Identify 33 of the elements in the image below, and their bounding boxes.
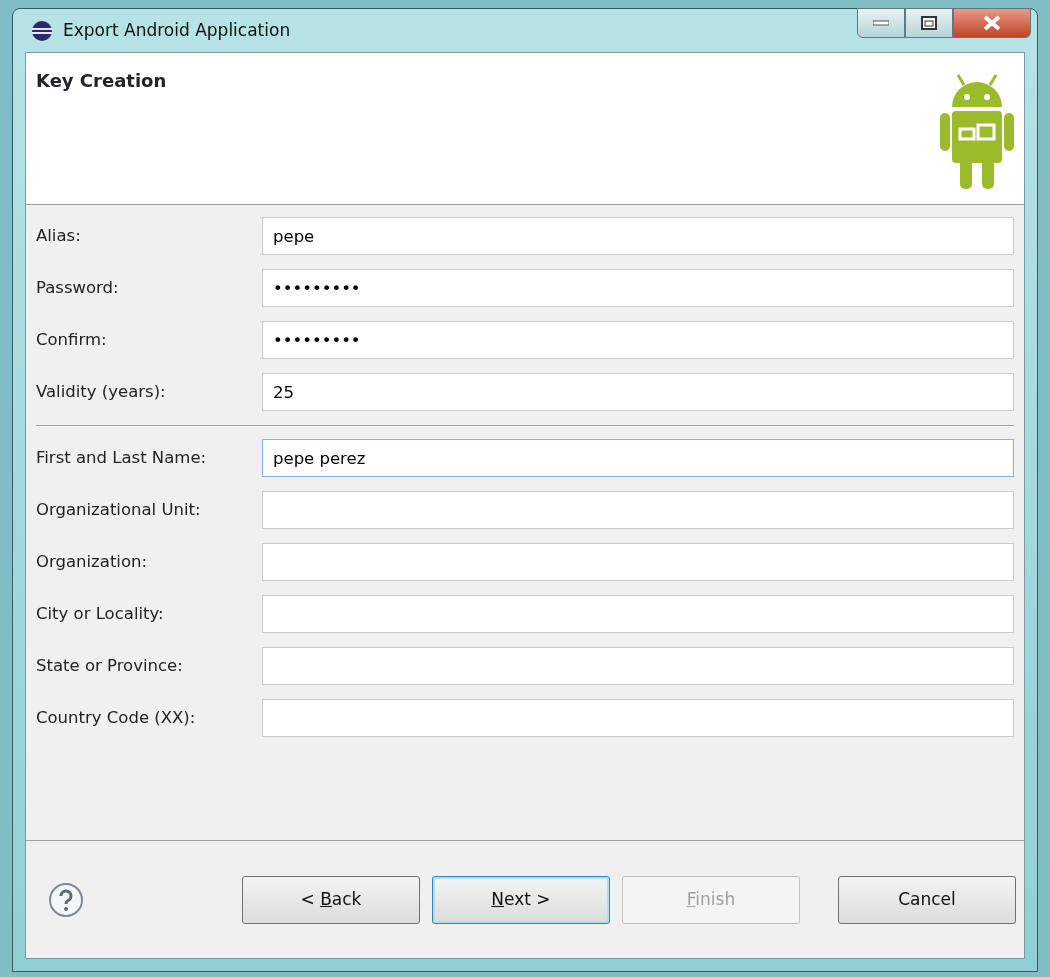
page-title: Key Creation <box>36 69 167 93</box>
dialog-button[interactable]: Cancel <box>838 875 1016 924</box>
field-label: Password: <box>36 276 120 299</box>
field-label: Organization: <box>36 550 149 573</box>
input-field[interactable]: pepe <box>262 217 1014 255</box>
input-field[interactable] <box>262 699 1014 737</box>
input-field[interactable] <box>262 543 1014 581</box>
minimize-icon <box>873 20 889 26</box>
input-field[interactable]: 25 <box>262 373 1014 411</box>
maximize-button[interactable] <box>905 8 953 38</box>
dialog-button[interactable]: < Back <box>242 875 420 924</box>
minimize-button[interactable] <box>857 8 905 38</box>
field-label: Organizational Unit: <box>36 498 202 521</box>
dialog-button[interactable]: Next > <box>432 875 610 924</box>
input-field[interactable]: pepe perez <box>262 439 1014 477</box>
input-field[interactable] <box>262 647 1014 685</box>
input-field[interactable] <box>262 491 1014 529</box>
field-label: First and Last Name: <box>36 446 208 469</box>
close-icon <box>983 15 1001 31</box>
field-label: Validity (years): <box>36 380 167 403</box>
eclipse-logo-icon <box>31 19 53 42</box>
maximize-icon <box>921 16 937 30</box>
field-label: State or Province: <box>36 654 184 677</box>
help-icon[interactable] <box>48 881 84 918</box>
input-field[interactable] <box>262 595 1014 633</box>
close-button[interactable] <box>953 8 1031 38</box>
field-label: Confirm: <box>36 328 108 351</box>
input-field[interactable]: ••••••••• <box>262 321 1014 359</box>
window-title: Export Android Application <box>63 18 291 42</box>
field-label: City or Locality: <box>36 602 165 625</box>
field-label: Alias: <box>36 224 82 247</box>
input-field[interactable]: ••••••••• <box>262 269 1014 307</box>
field-label: Country Code (XX): <box>36 706 197 729</box>
